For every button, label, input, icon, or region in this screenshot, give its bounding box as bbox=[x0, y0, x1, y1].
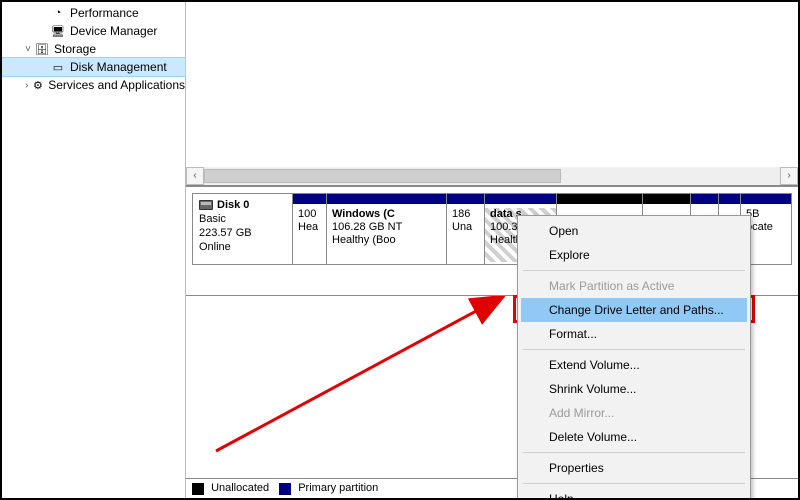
partition-block[interactable]: Windows (C106.28 GB NTHealthy (Boo bbox=[327, 194, 447, 264]
partition-color-bar bbox=[719, 194, 740, 204]
context-menu-item-add-mirror: Add Mirror... bbox=[521, 401, 747, 425]
partition-size: 186 bbox=[452, 208, 479, 221]
partition-block[interactable]: 186Una bbox=[447, 194, 485, 264]
partition-color-bar bbox=[485, 194, 556, 204]
tree-item-device-manager[interactable]: 🖥 Device Manager bbox=[2, 22, 185, 40]
partition-status: Healthy (Boo bbox=[332, 234, 441, 247]
partition-size: 100 bbox=[298, 208, 321, 221]
swatch-black-icon bbox=[192, 483, 204, 495]
context-menu-item-shrink-volume[interactable]: Shrink Volume... bbox=[521, 377, 747, 401]
legend-unallocated: Unallocated bbox=[192, 482, 269, 494]
partition-color-bar bbox=[691, 194, 718, 204]
legend-primary-label: Primary partition bbox=[298, 482, 378, 494]
context-menu-item-help[interactable]: Help bbox=[521, 487, 747, 500]
context-menu-separator bbox=[523, 270, 745, 271]
partition-block[interactable]: 100Hea bbox=[293, 194, 327, 264]
tree-item-label: Device Manager bbox=[70, 24, 157, 38]
disk-type: Basic bbox=[199, 212, 286, 226]
nav-tree: ◔ Performance 🖥 Device Manager ˅🗄 Storage ▭ Dis… bbox=[2, 2, 186, 498]
device-icon: 🖥 bbox=[50, 23, 66, 39]
tree-item-label: Services and Applications bbox=[48, 78, 185, 92]
disk-status: Online bbox=[199, 240, 286, 254]
disk-title: Disk 0 bbox=[199, 198, 286, 212]
partition-color-bar bbox=[741, 194, 791, 204]
partition-text: Windows (C106.28 GB NTHealthy (Boo bbox=[332, 208, 441, 247]
partition-status: ocate bbox=[746, 221, 786, 234]
partition-color-bar bbox=[293, 194, 326, 204]
partition-context-menu[interactable]: OpenExplore Mark Partition as ActiveChang… bbox=[517, 215, 751, 500]
storage-icon: 🗄 bbox=[34, 41, 50, 57]
partition-color-bar bbox=[557, 194, 642, 204]
services-icon: ⚙ bbox=[32, 77, 45, 93]
partition-text: 5Bocate bbox=[746, 208, 786, 234]
tree-item-storage[interactable]: ˅🗄 Storage bbox=[2, 40, 185, 58]
scroll-thumb[interactable] bbox=[204, 169, 561, 183]
context-menu-item-change-drive-letter-and-paths[interactable]: Change Drive Letter and Paths... bbox=[521, 298, 747, 322]
scroll-track[interactable] bbox=[204, 167, 780, 185]
partition-name: Windows (C bbox=[332, 208, 441, 221]
disk-icon: ▭ bbox=[50, 59, 66, 75]
scroll-left-button[interactable]: ‹ bbox=[186, 167, 204, 185]
context-menu-item-delete-volume[interactable]: Delete Volume... bbox=[521, 425, 747, 449]
disk-title-text: Disk 0 bbox=[217, 198, 249, 212]
tree-item-performance[interactable]: ◔ Performance bbox=[2, 4, 185, 22]
context-menu-item-explore[interactable]: Explore bbox=[521, 243, 747, 267]
context-menu-separator bbox=[523, 483, 745, 484]
context-menu-item-extend-volume[interactable]: Extend Volume... bbox=[521, 353, 747, 377]
partition-text: 186Una bbox=[452, 208, 479, 234]
tree-caret-icon[interactable]: › bbox=[22, 80, 32, 91]
swatch-navy-icon bbox=[279, 483, 291, 495]
legend-unallocated-label: Unallocated bbox=[211, 482, 269, 494]
context-menu-item-format[interactable]: Format... bbox=[521, 322, 747, 346]
tree-caret-icon[interactable]: ˅ bbox=[22, 44, 34, 55]
context-menu-separator bbox=[523, 349, 745, 350]
app-frame: ◔ Performance 🖥 Device Manager ˅🗄 Storage ▭ Dis… bbox=[0, 0, 800, 500]
disk-header[interactable]: Disk 0 Basic 223.57 GB Online bbox=[193, 194, 293, 264]
partition-size: 106.28 GB NT bbox=[332, 221, 441, 234]
partition-color-bar bbox=[327, 194, 446, 204]
partition-status: Una bbox=[452, 221, 479, 234]
tree-item-label: Performance bbox=[70, 6, 139, 20]
tree-item-label: Storage bbox=[54, 42, 96, 56]
partition-text: 100Hea bbox=[298, 208, 321, 234]
legend-primary: Primary partition bbox=[279, 482, 378, 494]
disk-size: 223.57 GB bbox=[199, 226, 286, 240]
context-menu-item-open[interactable]: Open bbox=[521, 219, 747, 243]
partition-color-bar bbox=[447, 194, 484, 204]
context-menu-item-properties[interactable]: Properties bbox=[521, 456, 747, 480]
partition-status: Hea bbox=[298, 221, 321, 234]
scroll-right-button[interactable]: › bbox=[780, 167, 798, 185]
gauge-icon: ◔ bbox=[50, 5, 66, 21]
tree-item-label: Disk Management bbox=[70, 60, 167, 74]
disk-icon bbox=[199, 200, 213, 210]
partition-color-bar bbox=[643, 194, 690, 204]
context-menu-item-mark-partition-as-active: Mark Partition as Active bbox=[521, 274, 747, 298]
tree-item-disk-management[interactable]: ▭ Disk Management bbox=[2, 58, 185, 76]
partition-size: 5B bbox=[746, 208, 786, 221]
volume-list-area: ‹ › bbox=[186, 2, 798, 186]
context-menu-separator bbox=[523, 452, 745, 453]
volume-list-hscrollbar[interactable]: ‹ › bbox=[186, 167, 798, 185]
tree-item-services-and-applications[interactable]: ›⚙Services and Applications bbox=[2, 76, 185, 94]
